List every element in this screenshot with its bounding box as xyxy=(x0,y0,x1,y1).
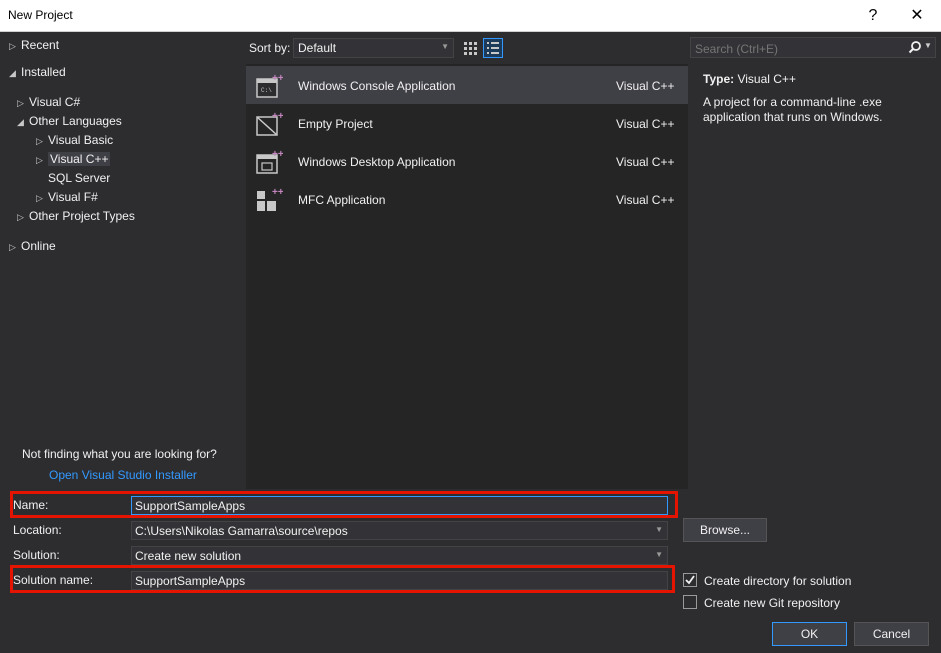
svg-text:++: ++ xyxy=(272,111,283,122)
type-value: Visual C++ xyxy=(737,72,796,86)
solution-dropdown[interactable]: Create new solution ▼ xyxy=(131,546,668,565)
tree-item-visual-cpp[interactable]: ▷ Visual C++ xyxy=(36,150,111,170)
ok-button[interactable]: OK xyxy=(772,622,847,646)
template-name: Empty Project xyxy=(298,117,373,131)
list-view-icon xyxy=(487,42,499,54)
type-label: Type: xyxy=(703,72,735,86)
expand-arrow-icon[interactable]: ▷ xyxy=(17,208,29,227)
help-button[interactable]: ? xyxy=(854,0,892,31)
template-language: Visual C++ xyxy=(616,117,675,131)
empty-project-icon: ++ xyxy=(256,111,283,136)
template-description: A project for a command-line .exe applic… xyxy=(703,95,883,124)
open-installer-link[interactable]: Open Visual Studio Installer xyxy=(49,468,197,482)
chevron-down-icon: ▼ xyxy=(655,550,663,559)
name-field[interactable]: SupportSampleApps xyxy=(131,496,668,515)
create-git-checkbox[interactable] xyxy=(683,595,697,609)
tree-item-installed[interactable]: ◢ Installed xyxy=(9,63,66,82)
grid-view-button[interactable] xyxy=(460,38,480,58)
collapse-arrow-icon[interactable]: ◢ xyxy=(17,113,29,132)
template-name: MFC Application xyxy=(298,193,386,207)
svg-text:++: ++ xyxy=(272,187,283,198)
grid-view-icon xyxy=(464,42,477,55)
solution-name-label: Solution name: xyxy=(13,573,94,587)
tree-item-recent[interactable]: ▷ Recent xyxy=(9,36,59,55)
tree-item-other-languages[interactable]: ◢ Other Languages xyxy=(17,112,122,131)
checkmark-icon xyxy=(685,575,695,585)
svg-text:++: ++ xyxy=(272,149,283,160)
location-value: C:\Users\Nikolas Gamarra\source\repos xyxy=(135,524,348,538)
solution-label: Solution: xyxy=(13,548,60,562)
title-bar: New Project ? ✕ xyxy=(0,0,941,32)
solution-name-field[interactable]: SupportSampleApps xyxy=(131,571,668,590)
create-git-label[interactable]: Create new Git repository xyxy=(704,596,840,610)
location-label: Location: xyxy=(13,523,62,537)
expand-arrow-icon[interactable]: ▷ xyxy=(36,151,48,170)
tree-item-online[interactable]: ▷ Online xyxy=(9,237,56,256)
expand-arrow-icon[interactable]: ▷ xyxy=(17,94,29,113)
expand-arrow-icon[interactable]: ▷ xyxy=(36,132,48,151)
location-dropdown[interactable]: C:\Users\Nikolas Gamarra\source\repos ▼ xyxy=(131,521,668,540)
list-view-button[interactable] xyxy=(483,38,503,58)
template-name: Windows Console Application xyxy=(298,79,456,93)
project-settings-form: Name: SupportSampleApps Location: C:\Use… xyxy=(0,489,941,653)
desktop-app-icon: ++ xyxy=(256,149,283,174)
close-button[interactable]: ✕ xyxy=(898,0,936,31)
expand-arrow-icon[interactable]: ▷ xyxy=(9,37,21,56)
create-directory-label[interactable]: Create directory for solution xyxy=(704,574,851,588)
template-category-tree: ▷ Recent ◢ Installed ▷ Visual C# ◢ Other Lan… xyxy=(0,32,244,487)
tree-item-visual-fsharp[interactable]: ▷ Visual F# xyxy=(36,188,98,207)
console-app-icon: C:\ ++ xyxy=(256,73,283,98)
sort-by-value: Default xyxy=(298,41,337,55)
tree-item-visual-csharp[interactable]: ▷ Visual C# xyxy=(17,93,80,112)
template-language: Visual C++ xyxy=(616,155,675,169)
tree-item-sql-server[interactable]: SQL Server xyxy=(48,169,110,188)
mfc-app-icon: ++ xyxy=(257,187,283,211)
expand-arrow-icon[interactable]: ▷ xyxy=(9,238,21,257)
tree-item-other-project-types[interactable]: ▷ Other Project Types xyxy=(17,207,135,226)
cancel-button[interactable]: Cancel xyxy=(854,622,929,646)
template-language: Visual C++ xyxy=(616,193,675,207)
chevron-down-icon: ▼ xyxy=(655,525,663,534)
solution-value: Create new solution xyxy=(135,549,242,563)
name-label: Name: xyxy=(13,498,49,512)
sort-by-label: Sort by: xyxy=(249,41,291,55)
template-name: Windows Desktop Application xyxy=(298,155,456,169)
window-title: New Project xyxy=(8,8,73,22)
template-row-empty-project[interactable]: ++ Empty Project Visual C++ xyxy=(246,104,688,142)
search-box[interactable]: ▼ xyxy=(690,37,936,58)
create-directory-checkbox[interactable] xyxy=(683,573,697,587)
sort-by-dropdown[interactable]: Default ▼ xyxy=(293,38,454,58)
template-list: C:\ ++ Windows Console Application Visua… xyxy=(246,64,688,489)
template-row-console[interactable]: C:\ ++ Windows Console Application Visua… xyxy=(246,66,688,104)
browse-button[interactable]: Browse... xyxy=(683,518,767,542)
collapse-arrow-icon[interactable]: ◢ xyxy=(9,64,21,83)
svg-text:++: ++ xyxy=(272,73,283,84)
template-row-desktop-app[interactable]: ++ Windows Desktop Application Visual C+… xyxy=(246,142,688,180)
template-language: Visual C++ xyxy=(616,79,675,93)
expand-arrow-icon[interactable]: ▷ xyxy=(36,189,48,208)
chevron-down-icon: ▼ xyxy=(441,42,449,51)
template-type: Type: Visual C++ xyxy=(703,72,796,86)
template-row-mfc-app[interactable]: ++ MFC Application Visual C++ xyxy=(246,180,688,218)
chevron-down-icon[interactable]: ▼ xyxy=(924,41,932,50)
svg-text:C:\: C:\ xyxy=(261,87,272,94)
not-finding-text: Not finding what you are looking for? xyxy=(22,447,217,461)
search-icon[interactable] xyxy=(908,40,922,54)
search-input[interactable] xyxy=(693,39,907,58)
tree-item-visual-basic[interactable]: ▷ Visual Basic xyxy=(36,131,113,150)
